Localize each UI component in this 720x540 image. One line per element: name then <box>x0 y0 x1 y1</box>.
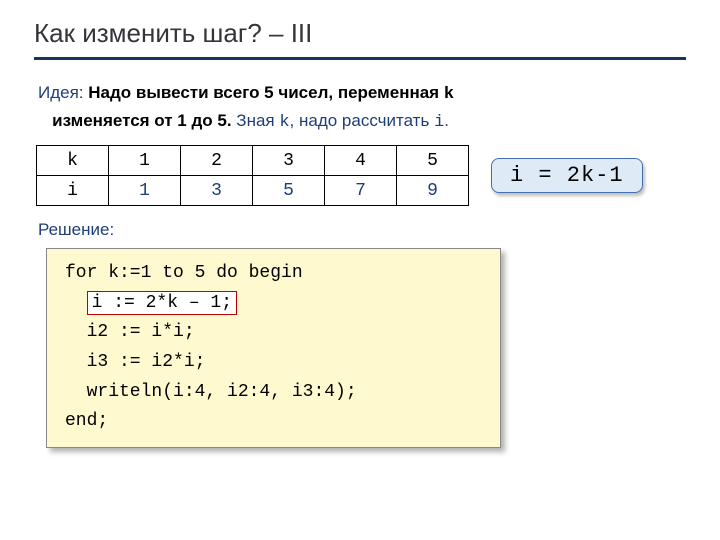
cell-k-5: 5 <box>397 146 469 176</box>
cell-k-2: 2 <box>181 146 253 176</box>
cell-k-3: 3 <box>253 146 325 176</box>
code-line-1: for k:=1 to 5 do begin <box>65 259 482 289</box>
code-line-3: i2 := i*i; <box>65 318 482 348</box>
idea-tail-2: , надо рассчитать <box>290 111 430 130</box>
idea-var-i: i <box>434 113 444 132</box>
code-line-5: writeln(i:4, i2:4, i3:4); <box>65 378 482 408</box>
idea-var-k2: k <box>279 113 289 132</box>
idea-label: Идея: <box>38 83 84 102</box>
cell-i-label: i <box>37 176 109 206</box>
idea-var-k: k <box>444 85 454 104</box>
values-table: k 1 2 3 4 5 i 1 3 5 7 9 <box>36 145 469 206</box>
cell-i-4: 7 <box>325 176 397 206</box>
idea-bold-2: изменяется от 1 до 5. <box>47 111 231 130</box>
idea-text: Идея: Надо вывести всего 5 чисел, переме… <box>34 80 686 135</box>
formula-callout: i = 2k-1 <box>491 158 643 193</box>
idea-tail-3: . <box>444 111 449 130</box>
table-formula-row: k 1 2 3 4 5 i 1 3 5 7 9 i = 2k-1 <box>34 145 686 206</box>
cell-i-1: 1 <box>109 176 181 206</box>
code-line-6: end; <box>65 407 482 437</box>
cell-i-5: 9 <box>397 176 469 206</box>
cell-k-1: 1 <box>109 146 181 176</box>
cell-i-2: 3 <box>181 176 253 206</box>
idea-tail-1: Зная <box>232 111 280 130</box>
slide-title: Как изменить шаг? – III <box>34 18 686 60</box>
code-line-2: i := 2*k – 1; <box>65 289 482 319</box>
code-block: for k:=1 to 5 do begin i := 2*k – 1; i2 … <box>46 248 501 448</box>
cell-i-3: 5 <box>253 176 325 206</box>
cell-k-4: 4 <box>325 146 397 176</box>
code-line-4: i3 := i2*i; <box>65 348 482 378</box>
code-highlight: i := 2*k – 1; <box>87 291 237 316</box>
idea-bold-1: Надо вывести всего 5 чисел, переменная <box>88 83 444 102</box>
solution-label: Решение: <box>34 220 686 240</box>
cell-k-label: k <box>37 146 109 176</box>
